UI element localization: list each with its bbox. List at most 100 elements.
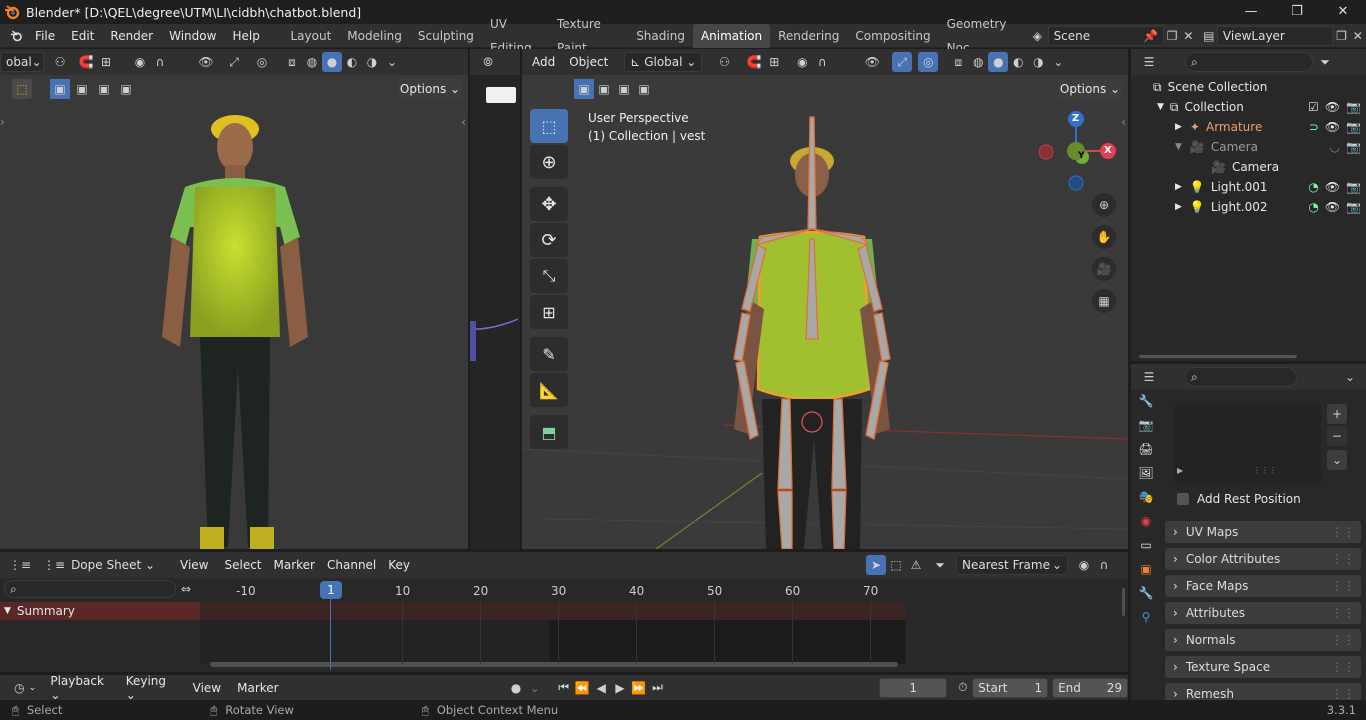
swap-filter-icon[interactable]: ⇔ (176, 579, 196, 599)
timeline-editor-type-icon[interactable]: ◷ (10, 678, 29, 698)
scene-selector-icon[interactable]: ◈ (1029, 26, 1045, 46)
outliner-scrollbar[interactable] (1139, 355, 1297, 358)
visibility-icon[interactable]: 👁 (196, 52, 216, 72)
ortho-toggle-icon[interactable]: ▦ (1092, 289, 1116, 313)
select-extend-icon[interactable]: ▣ (72, 79, 92, 99)
collection-checkbox[interactable]: ☑ (1308, 100, 1319, 114)
xray-icon[interactable]: ⧈ (282, 52, 302, 72)
attribute-list[interactable] (1175, 404, 1321, 484)
filter-icon[interactable]: ⏷ (1315, 52, 1335, 72)
collection-camera-icon[interactable]: 📷 (1346, 100, 1361, 114)
menu-help[interactable]: Help (224, 24, 267, 48)
summary-expand-icon[interactable]: ▼ (4, 606, 11, 616)
play-reverse-icon[interactable]: ◀ (592, 678, 611, 698)
add-rest-position-checkbox[interactable] (1177, 493, 1189, 505)
armature-eye-icon[interactable]: 👁 (1325, 120, 1340, 134)
list-resize-handle[interactable]: ⋮⋮⋮ (1253, 466, 1277, 475)
camera-hidden-icon[interactable]: ◡ (1330, 140, 1340, 154)
menu-file[interactable]: File (27, 24, 63, 48)
dope-sheet-editor[interactable]: ⋮≡ ⋮≡ Dope Sheet ⌄ View Select Marker Chan… (0, 552, 1128, 672)
dopesheet-menu-select[interactable]: Select (218, 558, 267, 572)
auto-keying-icon[interactable]: ● (507, 678, 526, 698)
tab-shading[interactable]: Shading (628, 24, 693, 48)
dopesheet-hscrollbar[interactable] (210, 662, 898, 667)
render-tab-icon[interactable]: 📷 (1139, 418, 1154, 432)
dopesheet-vscrollbar[interactable] (1122, 588, 1125, 616)
zoom-icon[interactable]: ⊕ (1092, 193, 1116, 217)
viewlayer-name-field[interactable]: ViewLayer (1216, 25, 1334, 46)
right-sidebar-toggle-icon[interactable]: ‹ (461, 115, 466, 129)
tab-animation[interactable]: Animation (692, 23, 771, 48)
proportional-dopesheet-icon[interactable]: ◉ (1074, 555, 1094, 575)
light-001-eye-icon[interactable]: 👁 (1325, 180, 1340, 194)
object-tab-icon[interactable]: ▣ (1140, 562, 1151, 576)
panel-uv-maps[interactable]: › UV Maps ⋮⋮ (1165, 521, 1361, 543)
scene-collection-row[interactable]: ⧉ Scene Collection (1131, 77, 1366, 97)
collection-eye-icon[interactable]: 👁 (1325, 100, 1340, 114)
properties-search-input[interactable]: ⌕ (1185, 367, 1297, 387)
properties-editor-type-icon[interactable]: ☰ (1139, 367, 1159, 387)
playhead-line[interactable] (330, 598, 331, 670)
left-options-button[interactable]: Options ⌄ (398, 79, 462, 99)
outliner-item-light-001[interactable]: ▶ 💡 Light.001 ◔ 👁 📷 (1131, 177, 1366, 197)
play-icon[interactable]: ▶ (611, 678, 630, 698)
gizmo-icon[interactable]: ⤢ (224, 52, 244, 72)
armature-camera-icon[interactable]: 📷 (1346, 120, 1361, 134)
only-errors-icon[interactable]: ⚠ (906, 555, 926, 575)
add-item-button[interactable]: + (1327, 404, 1347, 424)
preview-range-icon[interactable]: ⏱ (953, 678, 972, 698)
solid-shading-icon[interactable]: ● (322, 52, 342, 72)
dopesheet-menu-channel[interactable]: Channel (321, 558, 382, 572)
falloff-icon[interactable]: ∩ (150, 52, 170, 72)
viewlayer-icon[interactable]: ▤ (1201, 26, 1217, 46)
jump-prev-keyframe-icon[interactable]: ⏪ (573, 678, 592, 698)
left-sidebar-toggle-icon[interactable]: › (0, 115, 5, 129)
scene-tab-icon[interactable]: 🎭 (1139, 490, 1154, 504)
select-subtract-icon[interactable]: ▣ (94, 79, 114, 99)
delete-viewlayer-icon[interactable]: ✕ (1350, 26, 1366, 46)
snap-mode-dropdown[interactable]: Nearest Frame ⌄ (956, 555, 1069, 575)
panel-color-attributes[interactable]: › Color Attributes ⋮⋮ (1165, 548, 1361, 570)
pivot-icon[interactable]: ⚇ (50, 52, 70, 72)
snap-icon[interactable]: 🧲 (76, 52, 96, 72)
tab-rendering[interactable]: Rendering (770, 24, 847, 48)
camera-view-icon[interactable] (486, 87, 516, 103)
expand-collection-icon[interactable]: ▼ (1157, 102, 1164, 112)
select-invert-icon[interactable]: ▣ (116, 79, 136, 99)
list-options-button[interactable]: ⌄ (1327, 450, 1347, 470)
channel-search-input[interactable]: ⌕ (4, 580, 176, 598)
light-002-eye-icon[interactable]: 👁 (1325, 200, 1340, 214)
view-layer-tab-icon[interactable]: 🖼 (1138, 466, 1153, 480)
remove-item-button[interactable]: − (1327, 426, 1347, 446)
graph-editor-strip[interactable]: ⦾ (470, 49, 520, 549)
dopesheet-editor-type-icon[interactable]: ⋮≡ (9, 555, 31, 575)
tab-layout[interactable]: Layout (283, 24, 340, 48)
tab-modeling[interactable]: Modeling (339, 24, 410, 48)
output-tab-icon[interactable]: 🖨 (1138, 442, 1153, 456)
panel-attributes[interactable]: › Attributes ⋮⋮ (1165, 602, 1361, 624)
material-shading-icon[interactable]: ◐ (342, 52, 362, 72)
new-viewlayer-icon[interactable]: ❐ (1333, 26, 1349, 46)
snap-target-icon[interactable]: ⊞ (96, 52, 116, 72)
add-rest-position-row[interactable]: Add Rest Position (1177, 492, 1301, 506)
select-new-icon[interactable]: ▣ (50, 79, 70, 99)
properties-options-icon[interactable]: ⌄ (1340, 367, 1360, 387)
new-scene-icon[interactable]: ❐ (1164, 26, 1180, 46)
scene-name-field[interactable]: Scene 📌 (1047, 25, 1164, 46)
only-selected-icon[interactable]: ➤ (866, 555, 887, 575)
minimize-button[interactable]: — (1228, 0, 1274, 24)
cursor-tool-icon[interactable]: ⬚ (12, 79, 32, 99)
tool-tab-icon[interactable]: 🔧 (1139, 394, 1154, 408)
shading-options-icon[interactable]: ⌄ (382, 52, 402, 72)
menu-render[interactable]: Render (102, 24, 161, 48)
blender-menu-icon[interactable] (10, 28, 23, 44)
timeline-menu-keying[interactable]: Keying ⌄ (120, 674, 183, 702)
end-frame-field[interactable]: End 29 (1052, 677, 1128, 698)
tab-sculpting[interactable]: Sculpting (410, 24, 482, 48)
pan-hand-icon[interactable]: ✋ (1092, 225, 1116, 249)
timeline-menu-playback[interactable]: Playback ⌄ (44, 674, 119, 702)
orientation-dropdown[interactable]: obal ⌄ (0, 52, 44, 72)
start-frame-field[interactable]: Start 1 (972, 677, 1049, 698)
overlay-icon[interactable]: ◎ (252, 52, 272, 72)
rendered-shading-icon[interactable]: ◑ (362, 52, 382, 72)
